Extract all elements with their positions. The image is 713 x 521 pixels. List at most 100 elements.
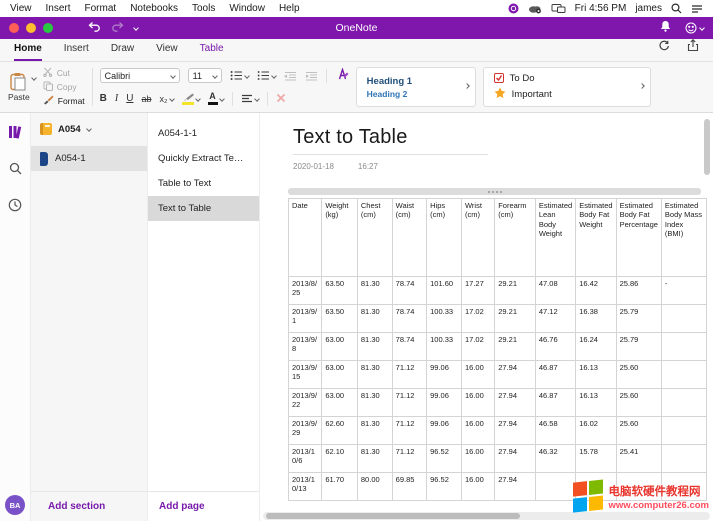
search-icon[interactable] (9, 162, 22, 180)
table-cell[interactable]: 2013/10/6 (289, 445, 322, 473)
menu-item-window[interactable]: Window (229, 3, 265, 14)
table-cell[interactable]: 2013/9/29 (289, 417, 322, 445)
spotlight-icon[interactable] (671, 3, 682, 14)
notification-center-icon[interactable] (691, 4, 703, 14)
table-cell[interactable]: 63.00 (322, 389, 358, 417)
subscript-button[interactable]: x₂ (160, 94, 174, 104)
copy-button[interactable]: Copy (43, 81, 85, 93)
table-cell[interactable]: 27.94 (495, 445, 536, 473)
table-header-cell[interactable]: Estimated Lean Body Weight (535, 199, 575, 277)
indent-button[interactable] (305, 71, 318, 81)
table-cell[interactable]: 16.38 (576, 305, 616, 333)
table-cell[interactable]: 61.70 (322, 473, 358, 501)
bullet-list-button[interactable] (230, 70, 249, 81)
table-cell[interactable]: 81.30 (357, 361, 392, 389)
table-cell[interactable]: 15.78 (576, 445, 616, 473)
table-header-cell[interactable]: Date (289, 199, 322, 277)
table-cell[interactable]: 16.24 (576, 333, 616, 361)
table-cell[interactable]: 2013/8/25 (289, 277, 322, 305)
table-cell[interactable]: 17.27 (461, 277, 494, 305)
table-cell[interactable]: 99.06 (427, 389, 462, 417)
clear-formatting-icon[interactable] (276, 90, 286, 108)
table-cell[interactable]: 2013/9/8 (289, 333, 322, 361)
table-cell[interactable]: 69.85 (392, 473, 426, 501)
horizontal-scrollbar-track[interactable] (263, 512, 710, 520)
table-handle[interactable] (288, 188, 701, 195)
font-name-select[interactable]: Calibri (100, 68, 180, 83)
horizontal-scrollbar-thumb[interactable] (266, 513, 520, 519)
table-cell[interactable]: 17.02 (461, 305, 494, 333)
account-avatar[interactable]: BA (5, 495, 25, 515)
table-cell[interactable]: 63.50 (322, 277, 358, 305)
table-cell[interactable]: 25.79 (616, 333, 661, 361)
tag-important[interactable]: Important (494, 87, 640, 102)
outdent-button[interactable] (284, 71, 297, 81)
page-item-text-to-table[interactable]: Text to Table (148, 196, 259, 221)
table-cell[interactable]: 71.12 (392, 361, 426, 389)
paste-button[interactable]: Paste (8, 72, 30, 103)
section-item-a054-1[interactable]: A054-1 (31, 146, 147, 171)
table-header-cell[interactable]: Wrist (cm) (461, 199, 494, 277)
table-cell[interactable]: 81.30 (357, 277, 392, 305)
tab-table[interactable]: Table (200, 43, 224, 61)
style-heading-2[interactable]: Heading 2 (367, 89, 465, 99)
tags-gallery[interactable]: To Do Important (483, 67, 651, 107)
table-cell[interactable]: 101.60 (427, 277, 462, 305)
feedback-smiley-icon[interactable] (685, 22, 704, 34)
table-header-cell[interactable]: Weight (kg) (322, 199, 358, 277)
tab-insert[interactable]: Insert (64, 43, 89, 61)
table-cell[interactable]: 100.33 (427, 333, 462, 361)
table-cell[interactable]: 16.42 (576, 277, 616, 305)
table-cell[interactable]: 81.30 (357, 389, 392, 417)
font-size-select[interactable]: 11 (188, 68, 222, 83)
format-painter-button[interactable]: Format (43, 95, 85, 107)
share-icon[interactable] (687, 39, 699, 57)
vertical-scrollbar[interactable] (704, 119, 710, 175)
strikethrough-button[interactable]: ab (141, 94, 151, 104)
table-cell[interactable]: 16.02 (576, 417, 616, 445)
table-cell[interactable]: 46.32 (535, 445, 575, 473)
menu-item-format[interactable]: Format (85, 3, 117, 14)
page-item-table-to-text[interactable]: Table to Text (148, 171, 259, 196)
table-cell[interactable]: 16.00 (461, 445, 494, 473)
table-cell[interactable]: 62.60 (322, 417, 358, 445)
table-cell[interactable]: 63.00 (322, 333, 358, 361)
table-cell[interactable]: 27.94 (495, 389, 536, 417)
highlight-button[interactable] (182, 93, 200, 105)
table-header-cell[interactable]: Estimated Body Mass Index (BMI) (661, 199, 706, 277)
page-item-quickly-extract-te[interactable]: Quickly Extract Te… (148, 146, 259, 171)
onenote-status-icon[interactable] (508, 3, 519, 14)
table-cell[interactable]: 17.02 (461, 333, 494, 361)
table-cell[interactable] (661, 305, 706, 333)
tab-draw[interactable]: Draw (111, 43, 134, 61)
redo-icon[interactable] (111, 19, 124, 37)
table-cell[interactable]: 2013/9/22 (289, 389, 322, 417)
menu-item-view[interactable]: View (10, 3, 32, 14)
tags-more-icon[interactable] (639, 83, 645, 89)
table-cell[interactable]: 25.86 (616, 277, 661, 305)
table-header-cell[interactable]: Waist (cm) (392, 199, 426, 277)
table-header-cell[interactable]: Estimated Body Fat Weight (576, 199, 616, 277)
table-header-cell[interactable]: Hips (cm) (427, 199, 462, 277)
menu-item-help[interactable]: Help (279, 3, 300, 14)
displays-status-icon[interactable] (551, 3, 566, 14)
table-cell[interactable]: 96.52 (427, 445, 462, 473)
table-header-cell[interactable]: Estimated Body Fat Percentage (616, 199, 661, 277)
notebooks-library-icon[interactable] (8, 125, 22, 144)
italic-button[interactable]: I (115, 93, 118, 104)
table-cell[interactable] (535, 473, 575, 501)
page-item-a054-1-1[interactable]: A054-1-1 (148, 121, 259, 146)
table-cell[interactable]: 62.10 (322, 445, 358, 473)
table-cell[interactable]: 16.00 (461, 361, 494, 389)
cut-button[interactable]: Cut (43, 67, 85, 79)
table-cell[interactable]: 29.21 (495, 277, 536, 305)
table-cell[interactable]: 47.12 (535, 305, 575, 333)
table-cell[interactable]: 78.74 (392, 305, 426, 333)
minimize-window-button[interactable] (26, 23, 36, 33)
table-cell[interactable]: 71.12 (392, 389, 426, 417)
table-cell[interactable]: 46.87 (535, 389, 575, 417)
add-page-button[interactable]: Add page (148, 491, 259, 521)
table-cell[interactable]: - (661, 277, 706, 305)
table-cell[interactable]: 16.13 (576, 361, 616, 389)
table-cell[interactable] (661, 389, 706, 417)
